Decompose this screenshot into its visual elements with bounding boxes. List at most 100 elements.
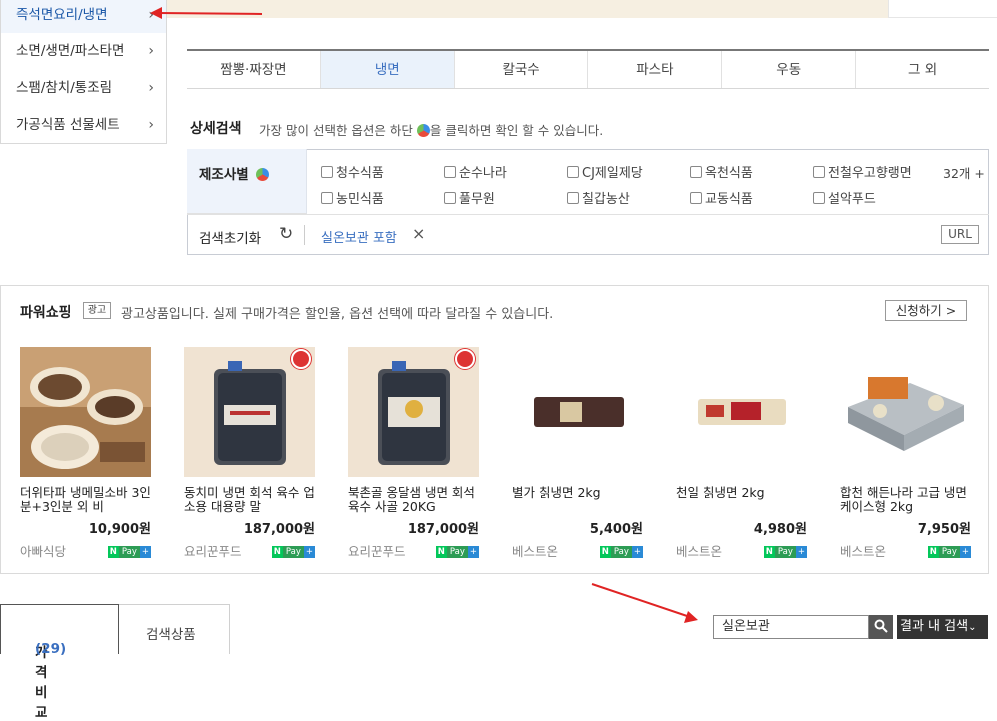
- close-icon[interactable]: ×: [412, 224, 425, 243]
- category-tabs: 짬뽕·짜장면 냉면 칼국수 파스타 우동 그 외: [187, 49, 989, 89]
- maker-option-label: 칠갑농산: [582, 192, 630, 207]
- product-name[interactable]: 별가 칡냉면 2kg: [512, 486, 643, 514]
- maker-option-label: 옥천식품: [705, 166, 753, 181]
- tab-etc[interactable]: 그 외: [856, 51, 989, 88]
- maker-option-label: 설악푸드: [828, 192, 876, 207]
- refresh-icon[interactable]: ↻: [279, 224, 293, 244]
- checkbox[interactable]: [444, 192, 456, 204]
- maker-option[interactable]: 청수식품: [321, 162, 384, 181]
- npay-plus: +: [303, 546, 315, 558]
- tab-naengmyeon[interactable]: 냉면: [320, 51, 455, 88]
- maker-option-label: 교동식품: [705, 192, 753, 207]
- product-card[interactable]: 별가 칡냉면 2kg 5,400원 베스트온 N Pay +: [512, 347, 643, 560]
- tab-jjambbong[interactable]: 짬뽕·짜장면: [187, 51, 321, 88]
- checkbox[interactable]: [567, 192, 579, 204]
- brand-stamp-icon: [455, 349, 475, 369]
- checkbox[interactable]: [321, 192, 333, 204]
- product-card[interactable]: 더위타파 냉메밀소바 3인분+3인분 외 비 10,900원 아빠식당 N Pay…: [20, 347, 151, 560]
- checkbox[interactable]: [690, 166, 702, 178]
- product-card[interactable]: 천일 칡냉면 2kg 4,980원 베스트온 N Pay +: [676, 347, 807, 560]
- checkbox[interactable]: [690, 192, 702, 204]
- apply-button[interactable]: 신청하기 >: [885, 300, 967, 321]
- product-price: 4,980원: [753, 522, 807, 537]
- checkbox[interactable]: [813, 166, 825, 178]
- ad-badge: 광고: [83, 302, 111, 319]
- maker-option[interactable]: 농민식품: [321, 188, 384, 207]
- npay-plus: +: [139, 546, 151, 558]
- url-button[interactable]: URL: [941, 225, 979, 244]
- noodle-pack-image: [676, 347, 807, 477]
- checkbox[interactable]: [567, 166, 579, 178]
- product-image[interactable]: [184, 347, 315, 477]
- power-shopping-description: 광고상품입니다. 실제 구매가격은 할인율, 옵션 선택에 따라 달라질 수 있…: [121, 307, 554, 322]
- product-price: 187,000원: [243, 522, 315, 537]
- npay-n: N: [927, 546, 939, 558]
- checkbox[interactable]: [444, 166, 456, 178]
- maker-option[interactable]: 교동식품: [690, 188, 753, 207]
- product-card[interactable]: 합천 해든나라 고급 냉면 케이스형 2kg 7,950원 베스트온 N Pay +: [840, 347, 971, 560]
- selected-filter-chip[interactable]: 실온보관 포함: [321, 227, 397, 246]
- product-card[interactable]: 동치미 냉면 회석 육수 업소용 대용량 말 187,000원 요리꾼푸드 NP…: [184, 347, 315, 560]
- npay-plus: +: [631, 546, 643, 558]
- detail-search-desc-text: 가장 많이 선택한 옵션은 하단: [259, 123, 413, 138]
- brand-stamp-icon: [291, 349, 311, 369]
- maker-option[interactable]: 풀무원: [444, 188, 495, 207]
- pie-chart-icon[interactable]: [256, 168, 270, 181]
- product-price: 187,000원: [407, 522, 479, 537]
- npay-label: Pay: [938, 546, 960, 558]
- maker-option[interactable]: 옥천식품: [690, 162, 753, 181]
- tab-label: 검색상품: [146, 627, 196, 643]
- product-image[interactable]: [348, 347, 479, 477]
- product-name[interactable]: 천일 칡냉면 2kg: [676, 486, 807, 514]
- tab-udon[interactable]: 우동: [722, 51, 857, 88]
- maker-option-label: 순수나라: [459, 166, 507, 181]
- product-name[interactable]: 합천 해든나라 고급 냉면 케이스형 2kg: [840, 486, 971, 514]
- detail-search-title: 상세검색: [190, 121, 242, 137]
- tab-search-products[interactable]: 검색상품: [119, 604, 230, 654]
- npay-label: Pay: [282, 546, 304, 558]
- noodle-pack-image: [512, 347, 643, 477]
- maker-option[interactable]: CJ제일제당: [567, 162, 643, 181]
- result-search-input[interactable]: 실온보관: [713, 615, 869, 639]
- npay-n: N: [763, 546, 775, 558]
- npay-badge: N Pay +: [107, 546, 151, 558]
- detail-search-desc-suffix: 을 클릭하면 확인 할 수 있습니다.: [429, 123, 604, 138]
- product-name[interactable]: 북촌골 옹달샘 냉면 회석육수 사골 20KG: [348, 486, 479, 514]
- maker-option-label: 전철우고향랭면: [828, 166, 912, 181]
- npay-n: N: [271, 546, 283, 558]
- product-image[interactable]: [840, 347, 971, 477]
- product-image[interactable]: [20, 347, 151, 477]
- maker-option[interactable]: 칠갑농산: [567, 188, 630, 207]
- reset-search-label[interactable]: 검색초기화: [199, 227, 261, 247]
- product-image[interactable]: [512, 347, 643, 477]
- npay-n: N: [107, 546, 119, 558]
- npay-label: Pay: [118, 546, 140, 558]
- npay-label: Pay: [774, 546, 796, 558]
- tab-price-compare[interactable]: 가격비교 (29): [0, 604, 119, 721]
- tab-pasta[interactable]: 파스타: [588, 51, 723, 88]
- product-price: 10,900원: [88, 522, 151, 537]
- product-name[interactable]: 더위타파 냉메밀소바 3인분+3인분 외 비: [20, 486, 151, 514]
- checkbox[interactable]: [813, 192, 825, 204]
- product-image[interactable]: [676, 347, 807, 477]
- npay-badge: N Pay +: [763, 546, 807, 558]
- checkbox[interactable]: [321, 166, 333, 178]
- tab-kalguksu[interactable]: 칼국수: [455, 51, 589, 88]
- maker-option[interactable]: 전철우고향랭면: [813, 162, 912, 181]
- product-card[interactable]: 북촌골 옹달샘 냉면 회석육수 사골 20KG 187,000원 요리꾼푸드 N…: [348, 347, 479, 560]
- npay-plus: +: [467, 546, 479, 558]
- noodle-dish-image: [20, 347, 151, 477]
- search-icon[interactable]: [869, 615, 893, 639]
- noodle-case-image: [840, 347, 971, 477]
- npay-label: Pay: [446, 546, 468, 558]
- maker-option-label: 풀무원: [459, 192, 495, 207]
- more-makers-button[interactable]: 32개 +: [943, 163, 985, 182]
- product-name[interactable]: 동치미 냉면 회석 육수 업소용 대용량 말: [184, 486, 315, 514]
- npay-badge: N Pay +: [927, 546, 971, 558]
- maker-option[interactable]: 설악푸드: [813, 188, 876, 207]
- maker-filter-label[interactable]: 제조사별: [199, 163, 270, 183]
- maker-option[interactable]: 순수나라: [444, 162, 507, 181]
- annotation-arrow-top: [150, 7, 263, 19]
- search-scope-select[interactable]: 결과 내 검색⌄: [897, 615, 988, 639]
- npay-badge: N Pay +: [599, 546, 643, 558]
